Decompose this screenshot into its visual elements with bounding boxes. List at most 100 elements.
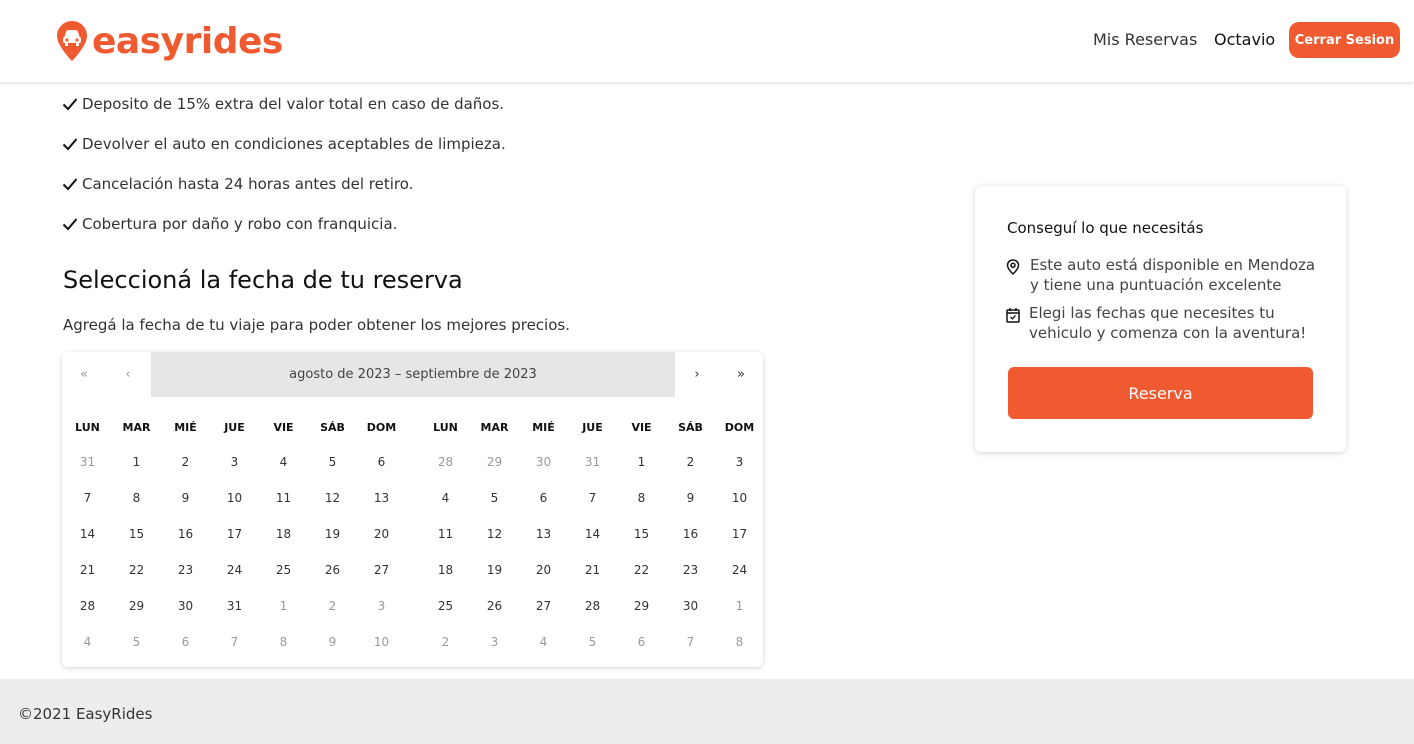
day-cell[interactable]: 29 bbox=[617, 599, 666, 613]
week-row: 28 29 30 31 1 2 3 bbox=[421, 444, 763, 480]
day-cell-neighbor-month[interactable]: 10 bbox=[357, 635, 406, 649]
day-cell[interactable]: 30 bbox=[161, 599, 210, 613]
day-cell[interactable]: 1 bbox=[617, 455, 666, 469]
day-cell-neighbor-month[interactable]: 7 bbox=[210, 635, 259, 649]
day-cell-neighbor-month[interactable]: 9 bbox=[308, 635, 357, 649]
day-cell-neighbor-month[interactable]: 4 bbox=[63, 635, 112, 649]
next-year-button[interactable]: » bbox=[719, 352, 763, 397]
day-cell[interactable]: 18 bbox=[259, 527, 308, 541]
day-cell[interactable]: 14 bbox=[568, 527, 617, 541]
day-cell[interactable]: 13 bbox=[519, 527, 568, 541]
day-cell[interactable]: 16 bbox=[666, 527, 715, 541]
day-cell[interactable]: 26 bbox=[308, 563, 357, 577]
day-cell[interactable]: 14 bbox=[63, 527, 112, 541]
day-cell[interactable]: 10 bbox=[715, 491, 763, 505]
day-cell[interactable]: 7 bbox=[568, 491, 617, 505]
day-cell[interactable]: 25 bbox=[421, 599, 470, 613]
day-cell[interactable]: 31 bbox=[210, 599, 259, 613]
day-cell[interactable]: 6 bbox=[357, 455, 406, 469]
day-cell-neighbor-month[interactable]: 7 bbox=[666, 635, 715, 649]
section-subtitle: Agregá la fecha de tu viaje para poder o… bbox=[63, 316, 570, 334]
logo[interactable]: easyrides bbox=[56, 19, 283, 63]
day-cell[interactable]: 27 bbox=[357, 563, 406, 577]
day-cell[interactable]: 15 bbox=[112, 527, 161, 541]
day-cell[interactable]: 9 bbox=[161, 491, 210, 505]
day-cell[interactable]: 30 bbox=[666, 599, 715, 613]
week-row: 31 1 2 3 4 5 6 bbox=[63, 444, 406, 480]
day-cell[interactable]: 9 bbox=[666, 491, 715, 505]
header: easyrides Mis Reservas Octavio Cerrar Se… bbox=[0, 0, 1414, 82]
day-cell[interactable]: 11 bbox=[421, 527, 470, 541]
day-cell[interactable]: 7 bbox=[63, 491, 112, 505]
day-cell[interactable]: 16 bbox=[161, 527, 210, 541]
day-cell[interactable]: 20 bbox=[519, 563, 568, 577]
date-range-calendar: « ‹ agosto de 2023 – septiembre de 2023 … bbox=[62, 352, 763, 667]
day-cell-neighbor-month[interactable]: 2 bbox=[308, 599, 357, 613]
day-cell[interactable]: 27 bbox=[519, 599, 568, 613]
day-cell[interactable]: 2 bbox=[161, 455, 210, 469]
day-cell[interactable]: 17 bbox=[715, 527, 763, 541]
day-cell[interactable]: 19 bbox=[308, 527, 357, 541]
day-cell-neighbor-month[interactable]: 8 bbox=[715, 635, 763, 649]
day-cell[interactable]: 5 bbox=[308, 455, 357, 469]
prev-month-button[interactable]: ‹ bbox=[106, 352, 150, 397]
day-cell[interactable]: 6 bbox=[519, 491, 568, 505]
day-cell-neighbor-month[interactable]: 5 bbox=[112, 635, 161, 649]
day-cell-neighbor-month[interactable]: 1 bbox=[259, 599, 308, 613]
day-cell[interactable]: 25 bbox=[259, 563, 308, 577]
day-cell-neighbor-month[interactable]: 28 bbox=[421, 455, 470, 469]
day-cell-neighbor-month[interactable]: 6 bbox=[161, 635, 210, 649]
day-cell[interactable]: 24 bbox=[210, 563, 259, 577]
day-cell-neighbor-month[interactable]: 29 bbox=[470, 455, 519, 469]
day-cell-neighbor-month[interactable]: 8 bbox=[259, 635, 308, 649]
prev-year-button[interactable]: « bbox=[62, 352, 106, 397]
day-cell-neighbor-month[interactable]: 5 bbox=[568, 635, 617, 649]
day-cell-neighbor-month[interactable]: 3 bbox=[470, 635, 519, 649]
day-cell[interactable]: 24 bbox=[715, 563, 763, 577]
day-cell[interactable]: 28 bbox=[63, 599, 112, 613]
day-cell-neighbor-month[interactable]: 30 bbox=[519, 455, 568, 469]
day-cell[interactable]: 18 bbox=[421, 563, 470, 577]
day-cell[interactable]: 3 bbox=[210, 455, 259, 469]
day-cell[interactable]: 20 bbox=[357, 527, 406, 541]
day-cell[interactable]: 3 bbox=[715, 455, 763, 469]
day-cell-neighbor-month[interactable]: 4 bbox=[519, 635, 568, 649]
day-cell-neighbor-month[interactable]: 31 bbox=[568, 455, 617, 469]
day-cell-neighbor-month[interactable]: 1 bbox=[715, 599, 763, 613]
day-cell[interactable]: 10 bbox=[210, 491, 259, 505]
logout-button[interactable]: Cerrar Sesion bbox=[1289, 22, 1400, 58]
day-cell[interactable]: 2 bbox=[666, 455, 715, 469]
day-cell[interactable]: 22 bbox=[617, 563, 666, 577]
day-cell[interactable]: 19 bbox=[470, 563, 519, 577]
nav-mis-reservas[interactable]: Mis Reservas bbox=[1093, 30, 1197, 49]
day-cell[interactable]: 12 bbox=[308, 491, 357, 505]
day-cell[interactable]: 21 bbox=[568, 563, 617, 577]
day-cell[interactable]: 8 bbox=[112, 491, 161, 505]
day-cell[interactable]: 5 bbox=[470, 491, 519, 505]
weekday-label: JUE bbox=[582, 420, 603, 434]
day-cell-neighbor-month[interactable]: 2 bbox=[421, 635, 470, 649]
calendar-navigation-label[interactable]: agosto de 2023 – septiembre de 2023 bbox=[151, 352, 675, 397]
next-month-button[interactable]: › bbox=[675, 352, 719, 397]
calendar-check-icon bbox=[1006, 308, 1020, 323]
reserve-button[interactable]: Reserva bbox=[1008, 367, 1313, 419]
day-cell-neighbor-month[interactable]: 31 bbox=[63, 455, 112, 469]
day-cell[interactable]: 4 bbox=[259, 455, 308, 469]
day-cell[interactable]: 4 bbox=[421, 491, 470, 505]
day-cell-neighbor-month[interactable]: 3 bbox=[357, 599, 406, 613]
day-cell[interactable]: 1 bbox=[112, 455, 161, 469]
day-cell[interactable]: 8 bbox=[617, 491, 666, 505]
day-cell[interactable]: 26 bbox=[470, 599, 519, 613]
day-cell[interactable]: 21 bbox=[63, 563, 112, 577]
day-cell[interactable]: 11 bbox=[259, 491, 308, 505]
day-cell[interactable]: 22 bbox=[112, 563, 161, 577]
day-cell[interactable]: 28 bbox=[568, 599, 617, 613]
day-cell[interactable]: 23 bbox=[666, 563, 715, 577]
day-cell[interactable]: 23 bbox=[161, 563, 210, 577]
day-cell-neighbor-month[interactable]: 6 bbox=[617, 635, 666, 649]
day-cell[interactable]: 13 bbox=[357, 491, 406, 505]
day-cell[interactable]: 15 bbox=[617, 527, 666, 541]
day-cell[interactable]: 12 bbox=[470, 527, 519, 541]
day-cell[interactable]: 17 bbox=[210, 527, 259, 541]
day-cell[interactable]: 29 bbox=[112, 599, 161, 613]
